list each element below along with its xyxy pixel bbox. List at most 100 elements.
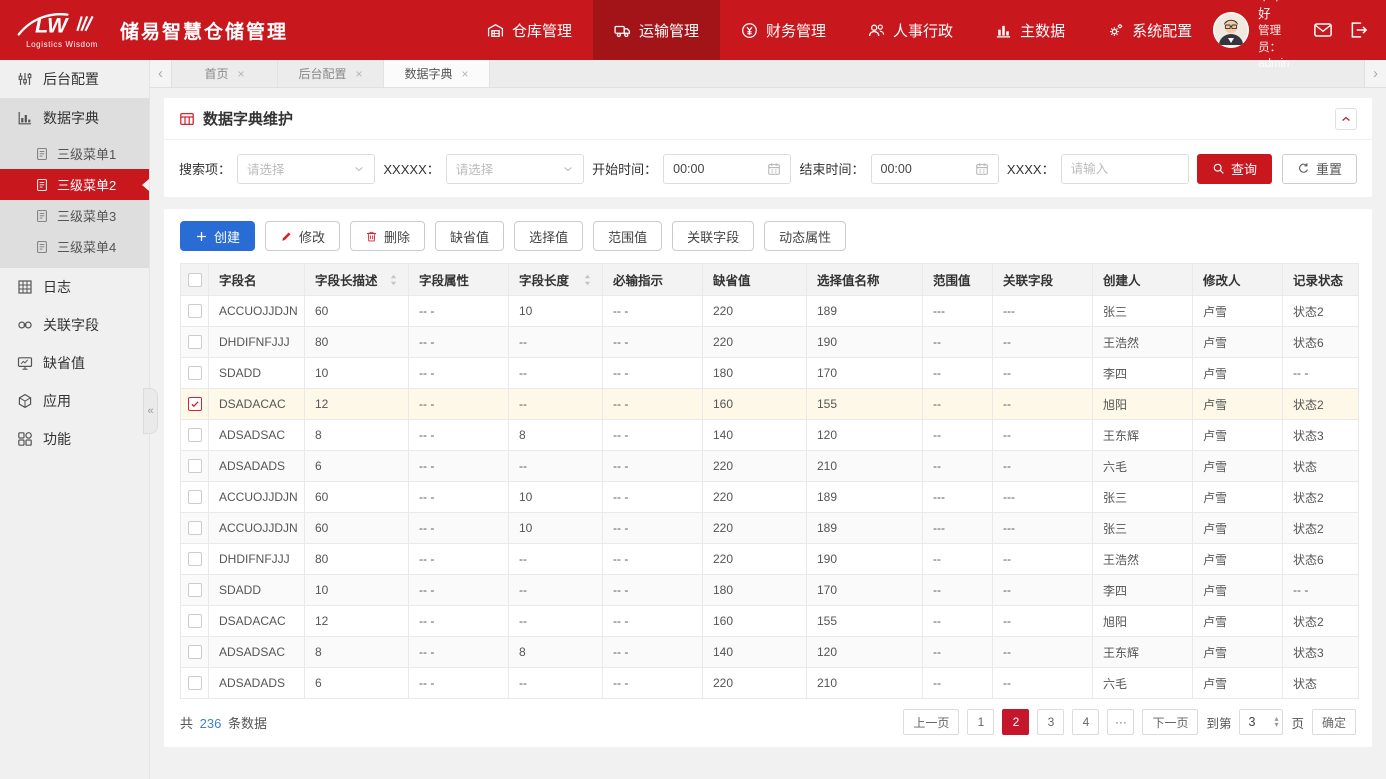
- filter-end-time-field[interactable]: [881, 162, 967, 176]
- nav-item-hr[interactable]: 人事行政: [847, 0, 974, 60]
- table-row[interactable]: SDADD10-- ----- -180170----李四卢雪-- -: [181, 575, 1359, 606]
- spinner-down-icon[interactable]: ▾: [1274, 722, 1278, 729]
- filter-search-term-select[interactable]: 请选择: [237, 154, 375, 184]
- tab-home[interactable]: 首页×: [172, 60, 278, 87]
- table-cell: 旭阳: [1093, 606, 1193, 637]
- sidebar-item-logs[interactable]: 日志: [0, 268, 149, 306]
- query-button[interactable]: 查询: [1197, 154, 1272, 184]
- edit-button[interactable]: 修改: [265, 221, 340, 251]
- sidebar-item-application[interactable]: 应用: [0, 382, 149, 420]
- filter-start-time-field[interactable]: [673, 162, 759, 176]
- row-checkbox[interactable]: [188, 676, 202, 690]
- related-field-button[interactable]: 关联字段: [672, 221, 754, 251]
- table-row[interactable]: ADSADADS6-- ----- -220210----六毛卢雪状态: [181, 668, 1359, 699]
- page-ellipsis-button[interactable]: ···: [1107, 709, 1134, 735]
- column-header[interactable]: 记录状态: [1283, 264, 1359, 296]
- tab-close-icon[interactable]: ×: [238, 67, 245, 81]
- dynamic-attr-button[interactable]: 动态属性: [764, 221, 846, 251]
- table-row[interactable]: ADSADADS6-- ----- -220210----六毛卢雪状态: [181, 451, 1359, 482]
- page-button-3[interactable]: 3: [1037, 709, 1064, 735]
- next-page-button[interactable]: 下一页: [1142, 709, 1198, 735]
- row-checkbox[interactable]: [188, 490, 202, 504]
- sidebar-item-submenu-1[interactable]: 三级菜单1: [0, 138, 149, 169]
- goto-spinner[interactable]: ▴▾: [1274, 716, 1282, 729]
- table-cell: 155: [807, 606, 923, 637]
- page-button-2[interactable]: 2: [1002, 709, 1029, 735]
- table-row[interactable]: DHDIFNFJJJ80-- ----- -220190----王浩然卢雪状态6: [181, 544, 1359, 575]
- sidebar-item-default-values[interactable]: 缺省值: [0, 344, 149, 382]
- nav-item-warehouse[interactable]: 仓库管理: [466, 0, 593, 60]
- sidebar-item-submenu-4[interactable]: 三级菜单4: [0, 231, 149, 262]
- column-header[interactable]: 关联字段: [993, 264, 1093, 296]
- table-row[interactable]: DHDIFNFJJJ80-- ----- -220190----王浩然卢雪状态6: [181, 327, 1359, 358]
- table-row[interactable]: ACCUOJJDJN60-- -10-- -220189------张三卢雪状态…: [181, 482, 1359, 513]
- select-value-button[interactable]: 选择值: [514, 221, 583, 251]
- column-header[interactable]: 选择值名称: [807, 264, 923, 296]
- row-checkbox[interactable]: [188, 304, 202, 318]
- logout-icon[interactable]: [1348, 20, 1368, 40]
- nav-item-finance[interactable]: 财务管理: [720, 0, 847, 60]
- panel-collapse-button[interactable]: [1335, 108, 1357, 130]
- nav-item-masterdata[interactable]: 主数据: [974, 0, 1086, 60]
- delete-button[interactable]: 删除: [350, 221, 425, 251]
- table-row[interactable]: ADSADSAC8-- -8-- -140120----王东辉卢雪状态3: [181, 420, 1359, 451]
- sidebar-item-submenu-2[interactable]: 三级菜单2: [0, 169, 149, 200]
- default-value-button[interactable]: 缺省值: [435, 221, 504, 251]
- sidebar-item-submenu-3[interactable]: 三级菜单3: [0, 200, 149, 231]
- sidebar-item-backend-config[interactable]: 后台配置: [0, 60, 149, 98]
- total-number: 236: [200, 716, 222, 731]
- confirm-button[interactable]: 确定: [1312, 709, 1356, 735]
- row-checkbox[interactable]: [188, 335, 202, 349]
- table-row[interactable]: ADSADSAC8-- -8-- -140120----王东辉卢雪状态3: [181, 637, 1359, 668]
- row-checkbox[interactable]: [188, 645, 202, 659]
- row-checkbox[interactable]: [188, 366, 202, 380]
- create-button[interactable]: 创建: [180, 221, 255, 251]
- row-checkbox[interactable]: [188, 521, 202, 535]
- column-header[interactable]: 字段长度: [509, 264, 603, 296]
- sidebar-item-functions[interactable]: 功能: [0, 420, 149, 458]
- tabs-scroll-right-icon[interactable]: ›: [1364, 60, 1386, 87]
- table-row[interactable]: ACCUOJJDJN60-- -10-- -220189------张三卢雪状态…: [181, 296, 1359, 327]
- goto-page-input[interactable]: 3▴▾: [1239, 709, 1283, 735]
- filter-xxxx-field[interactable]: [1071, 162, 1157, 176]
- column-header[interactable]: 字段名: [209, 264, 305, 296]
- table-row[interactable]: ACCUOJJDJN60-- -10-- -220189------张三卢雪状态…: [181, 513, 1359, 544]
- nav-item-transport[interactable]: 运输管理: [593, 0, 720, 60]
- column-header[interactable]: 字段属性: [409, 264, 509, 296]
- page-button-4[interactable]: 4: [1072, 709, 1099, 735]
- side-menu: 后台配置数据字典三级菜单1三级菜单2三级菜单3三级菜单4 日志关联字段缺省值应用功…: [0, 60, 149, 458]
- column-header[interactable]: 字段长描述: [305, 264, 409, 296]
- sidebar-collapse-handle[interactable]: «: [143, 388, 158, 434]
- column-header[interactable]: 缺省值: [703, 264, 807, 296]
- row-checkbox[interactable]: [188, 397, 202, 411]
- page-button-1[interactable]: 1: [967, 709, 994, 735]
- row-checkbox[interactable]: [188, 459, 202, 473]
- table-row[interactable]: DSADACAC12-- ----- -160155----旭阳卢雪状态2: [181, 606, 1359, 637]
- row-checkbox[interactable]: [188, 583, 202, 597]
- row-checkbox[interactable]: [188, 552, 202, 566]
- column-header[interactable]: 创建人: [1093, 264, 1193, 296]
- tab-data-dictionary[interactable]: 数据字典×: [384, 60, 490, 87]
- table-row[interactable]: DSADACAC12-- ----- -160155----旭阳卢雪状态2: [181, 389, 1359, 420]
- select-all-checkbox[interactable]: [188, 273, 202, 287]
- row-checkbox[interactable]: [188, 614, 202, 628]
- tab-backend-config[interactable]: 后台配置×: [278, 60, 384, 87]
- table-cell: --: [923, 575, 993, 606]
- tab-close-icon[interactable]: ×: [356, 67, 363, 81]
- avatar[interactable]: [1213, 12, 1249, 48]
- column-header[interactable]: 范围值: [923, 264, 993, 296]
- table-row[interactable]: SDADD10-- ----- -180170----李四卢雪-- -: [181, 358, 1359, 389]
- reset-button[interactable]: 重置: [1282, 154, 1357, 184]
- filter-xxxxx-select[interactable]: 请选择: [446, 154, 584, 184]
- mail-icon[interactable]: [1313, 20, 1333, 40]
- sidebar-item-data-dictionary[interactable]: 数据字典: [0, 98, 149, 138]
- row-checkbox[interactable]: [188, 428, 202, 442]
- column-header[interactable]: 修改人: [1193, 264, 1283, 296]
- sidebar-item-related-fields[interactable]: 关联字段: [0, 306, 149, 344]
- prev-page-button[interactable]: 上一页: [903, 709, 959, 735]
- tabs-scroll-left-icon[interactable]: ‹: [150, 60, 172, 87]
- nav-item-system[interactable]: 系统配置: [1086, 0, 1213, 60]
- range-value-button[interactable]: 范围值: [593, 221, 662, 251]
- column-header[interactable]: 必输指示: [603, 264, 703, 296]
- tab-close-icon[interactable]: ×: [462, 67, 469, 81]
